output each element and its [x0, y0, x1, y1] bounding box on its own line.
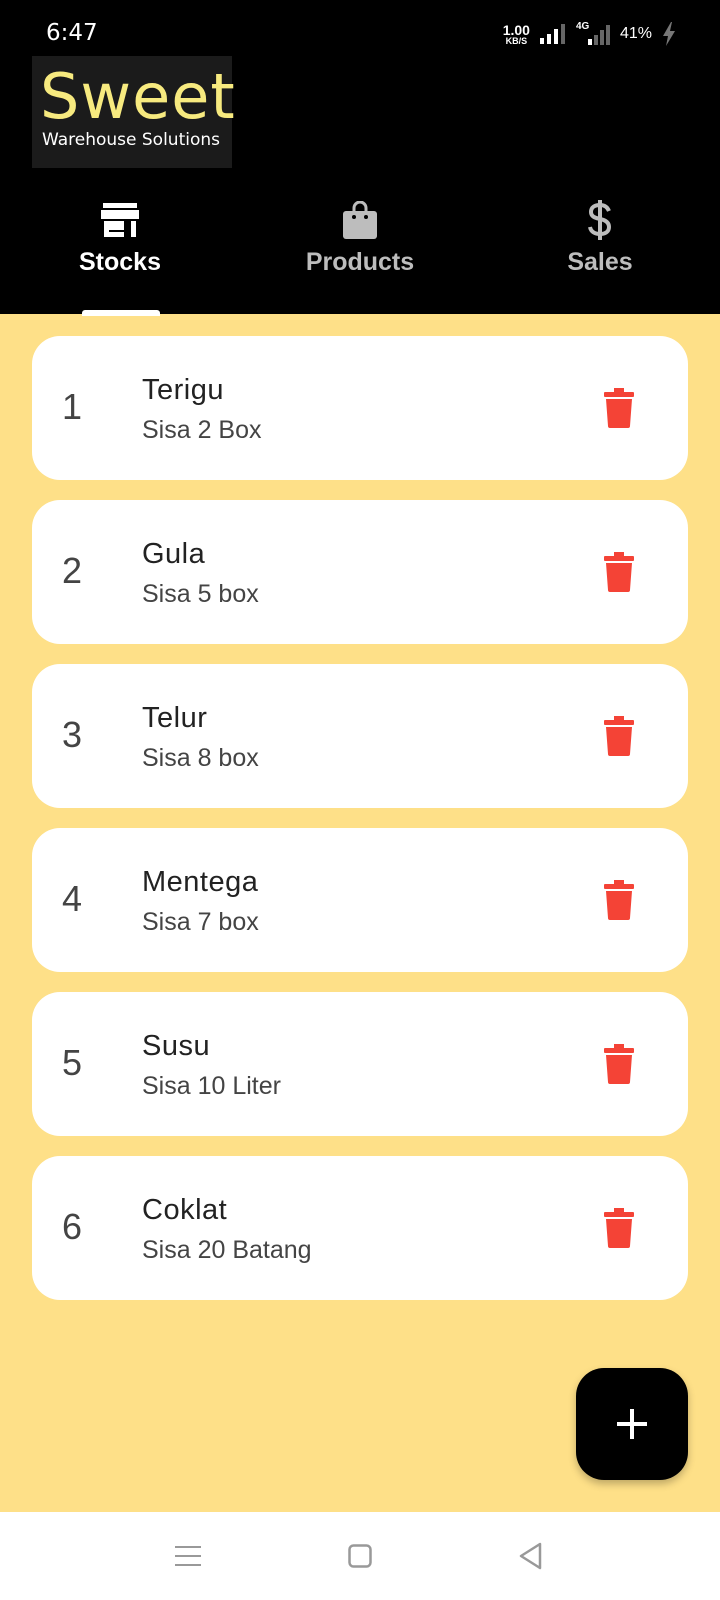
stock-number: 6 — [62, 1206, 83, 1247]
add-stock-button[interactable] — [576, 1368, 688, 1480]
stock-card[interactable]: 5 Susu Sisa 10 Liter — [32, 992, 688, 1136]
system-navigation-bar — [0, 1512, 720, 1600]
mobile-data-signal-icon: 4G — [576, 21, 610, 45]
charging-icon — [663, 22, 675, 46]
stock-name: Terigu — [142, 374, 224, 406]
logo-subtitle: Warehouse Solutions — [42, 130, 220, 150]
active-tab-indicator — [82, 310, 160, 316]
stock-name: Susu — [142, 1030, 211, 1062]
delete-icon[interactable] — [604, 1044, 634, 1084]
stock-number: 2 — [62, 550, 83, 591]
network-speed-value: 1.00 — [502, 21, 530, 38]
store-icon — [100, 200, 140, 240]
tab-products[interactable]: Products — [240, 186, 480, 314]
status-icons: 1.00 KB/S 4G 41% — [503, 21, 676, 46]
battery-level: 41% — [619, 25, 652, 42]
delete-icon[interactable] — [604, 716, 634, 756]
tab-stocks-label: Stocks — [79, 248, 161, 276]
stock-card[interactable]: 6 Coklat Sisa 20 Batang — [32, 1156, 688, 1300]
delete-icon[interactable] — [604, 1208, 634, 1248]
stock-remaining: Sisa 10 Liter — [142, 1072, 281, 1100]
stock-remaining: Sisa 7 box — [142, 908, 259, 936]
stock-number: 4 — [62, 878, 83, 919]
stock-remaining: Sisa 5 box — [142, 580, 259, 608]
signal-icon — [539, 24, 565, 44]
stock-name: Gula — [142, 538, 206, 570]
stock-name: Mentega — [142, 866, 259, 898]
stock-card[interactable]: 4 Mentega Sisa 7 box — [32, 828, 688, 972]
stock-remaining: Sisa 20 Batang — [142, 1236, 312, 1264]
stock-name: Telur — [142, 702, 208, 734]
logo-title: Sweet — [40, 60, 236, 133]
stock-card[interactable]: 3 Telur Sisa 8 box — [32, 664, 688, 808]
app-logo: Sweet Warehouse Solutions — [32, 56, 235, 168]
stock-remaining: Sisa 2 Box — [142, 416, 262, 444]
stock-card[interactable]: 2 Gula Sisa 5 box — [32, 500, 688, 644]
status-time: 6:47 — [46, 20, 98, 46]
plus-icon — [617, 1409, 647, 1439]
stock-number: 3 — [62, 714, 83, 755]
status-bar: 6:47 1.00 KB/S 4G 41% — [0, 0, 720, 56]
tab-products-label: Products — [305, 248, 415, 276]
app-header: 6:47 1.00 KB/S 4G 41% Sweet Warehouse So… — [0, 0, 720, 314]
stock-number: 1 — [62, 386, 83, 427]
delete-icon[interactable] — [604, 388, 634, 428]
stock-name: Coklat — [142, 1194, 228, 1226]
stock-number: 5 — [62, 1042, 83, 1083]
delete-icon[interactable] — [604, 880, 634, 920]
tab-sales-label: Sales — [567, 248, 633, 276]
stock-card[interactable]: 1 Terigu Sisa 2 Box — [32, 336, 688, 480]
tab-sales[interactable]: Sales — [480, 186, 720, 314]
home-square-icon[interactable] — [340, 1540, 380, 1572]
stock-remaining: Sisa 8 box — [142, 744, 259, 772]
tab-bar: Stocks Products Sales — [0, 186, 720, 314]
dollar-icon — [580, 200, 620, 240]
delete-icon[interactable] — [604, 552, 634, 592]
menu-icon[interactable] — [168, 1540, 208, 1572]
back-triangle-icon[interactable] — [510, 1540, 550, 1572]
tab-stocks[interactable]: Stocks — [0, 186, 240, 314]
shopping-bag-icon — [340, 200, 380, 240]
network-speed-unit: KB/S — [505, 35, 528, 46]
stock-list: 1 Terigu Sisa 2 Box 2 Gula Sisa 5 box 3 … — [32, 336, 688, 1320]
network-speed: 1.00 KB/S — [503, 23, 530, 46]
